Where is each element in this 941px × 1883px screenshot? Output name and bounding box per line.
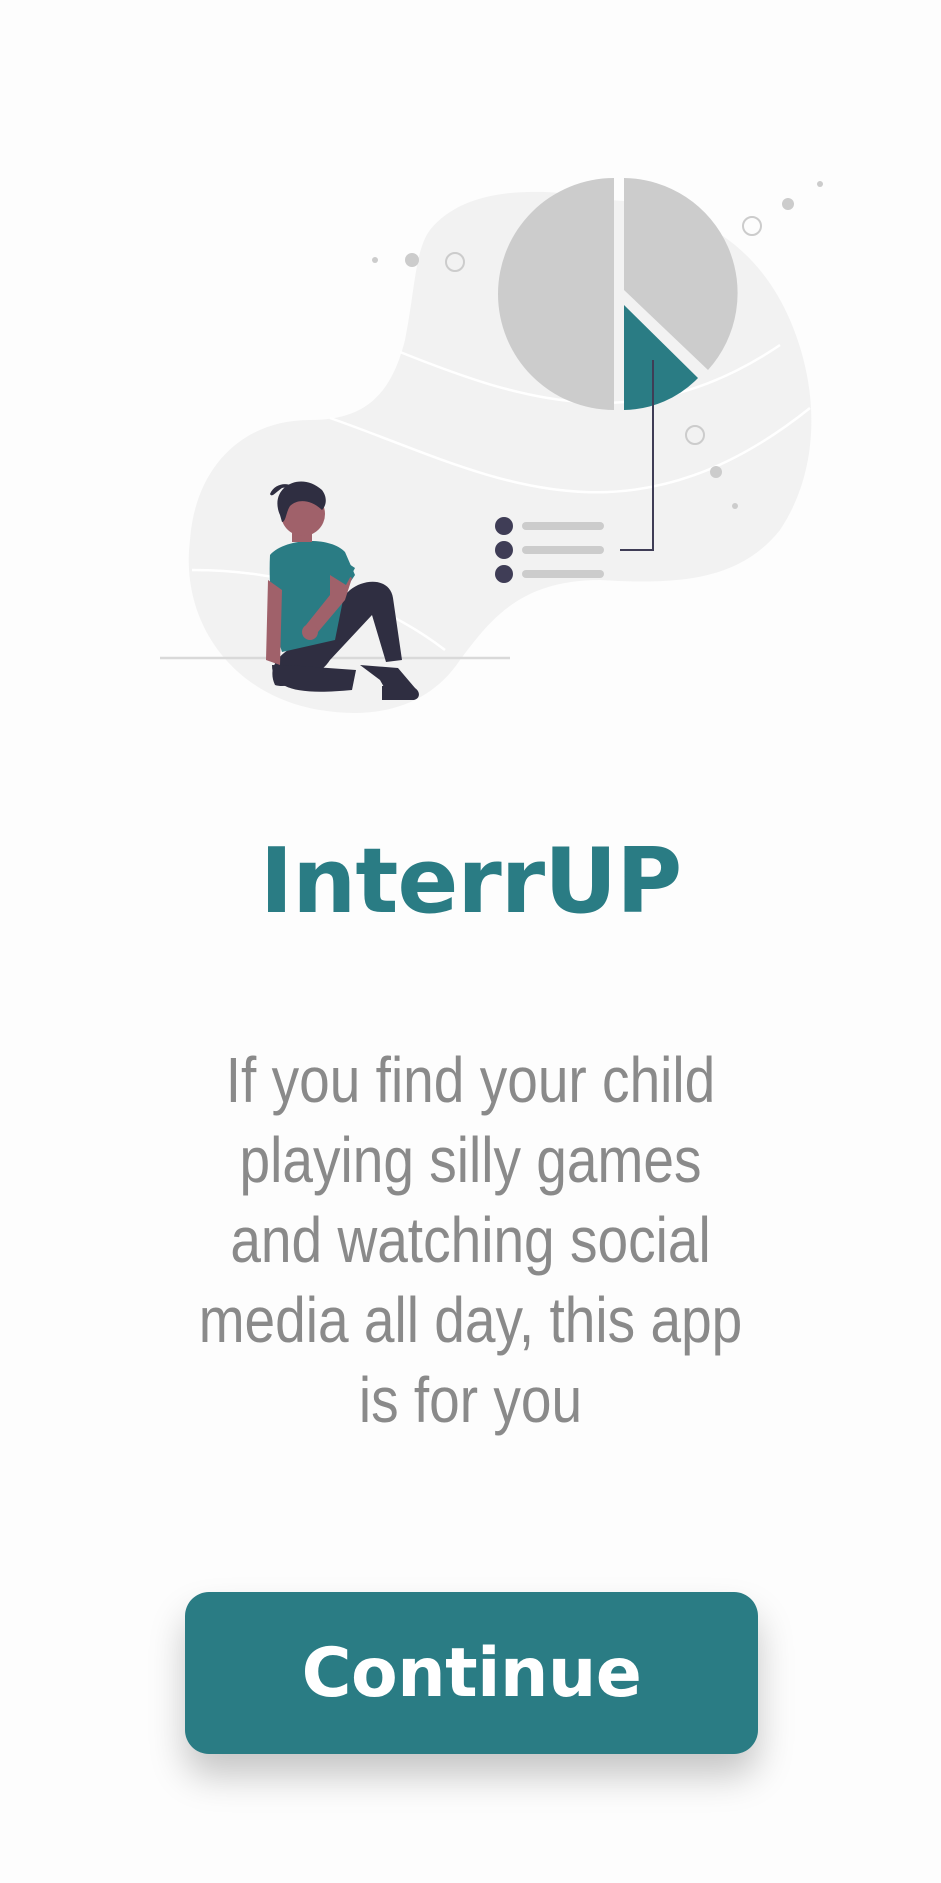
person-with-pie-chart-illustration: [160, 178, 823, 713]
dot: [405, 253, 419, 267]
legend-bullet: [495, 565, 513, 583]
legend-line: [522, 570, 604, 578]
dot: [817, 181, 823, 187]
dot: [742, 216, 762, 236]
legend-bullet: [495, 541, 513, 559]
legend-line: [522, 546, 604, 554]
onboarding-screen: InterrUP If you find your child playing …: [0, 0, 941, 1883]
legend-line: [522, 522, 604, 530]
dot: [372, 257, 378, 263]
legend-bullet: [495, 517, 513, 535]
app-description: If you find your child playing silly gam…: [198, 1044, 743, 1436]
dot: [732, 503, 738, 509]
continue-button[interactable]: Continue: [185, 1592, 758, 1754]
continue-button-label: Continue: [301, 1633, 642, 1713]
app-title: InterrUP: [259, 829, 682, 934]
dot: [782, 198, 794, 210]
dot: [710, 466, 722, 478]
